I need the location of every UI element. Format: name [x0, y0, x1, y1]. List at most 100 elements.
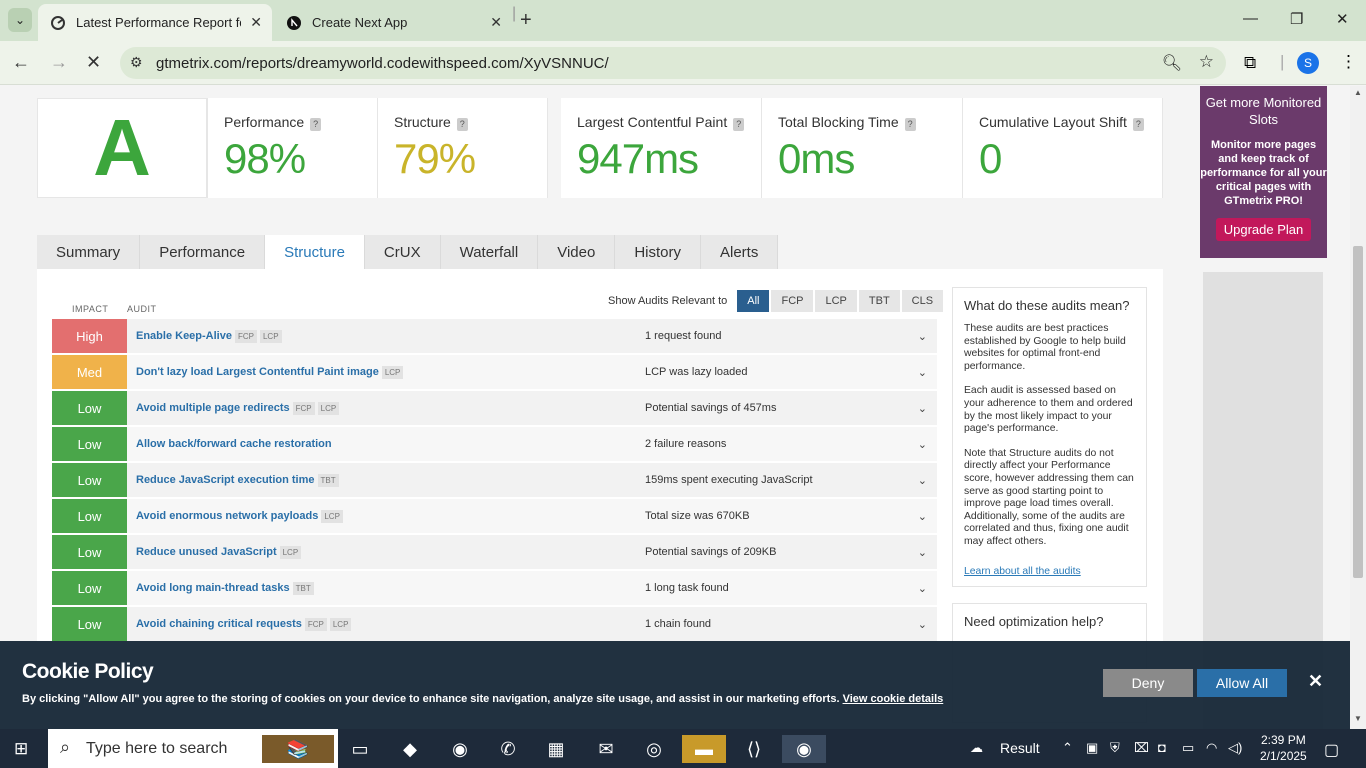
new-tab-plus-icon[interactable]: +	[520, 9, 532, 32]
extensions-puzzle-icon[interactable]: ⧉	[1244, 53, 1256, 73]
chevron-down-icon[interactable]: ⌄	[918, 330, 927, 343]
audit-title[interactable]: Allow back/forward cache restoration	[136, 438, 332, 450]
help-icon[interactable]: ?	[310, 118, 322, 131]
minimize-icon[interactable]: —	[1243, 10, 1258, 27]
audit-title[interactable]: Avoid enormous network payloads	[136, 510, 318, 522]
upgrade-plan-button[interactable]: Upgrade Plan	[1215, 218, 1312, 241]
audit-title[interactable]: Don't lazy load Largest Contentful Paint…	[136, 366, 379, 378]
chevron-down-icon[interactable]: ⌄	[918, 510, 927, 523]
help-icon[interactable]: ?	[733, 118, 745, 131]
filter-lcp-button[interactable]: LCP	[815, 290, 857, 312]
task-view-icon[interactable]: ▭	[346, 735, 374, 763]
tab-structure[interactable]: Structure	[265, 235, 365, 269]
whatsapp-icon[interactable]: ✆	[494, 735, 522, 763]
close-window-icon[interactable]: ✕	[1336, 10, 1349, 28]
tab-video[interactable]: Video	[538, 235, 616, 269]
tab-summary[interactable]: Summary	[37, 235, 141, 269]
security-shield-icon[interactable]: ⛨	[1110, 740, 1120, 756]
address-bar[interactable]: ⚙ gtmetrix.com/reports/dreamyworld.codew…	[120, 47, 1226, 79]
audit-row[interactable]: Low Avoid multiple page redirects FCP LCP Po…	[52, 391, 937, 425]
site-info-icon[interactable]: ⚙	[130, 54, 143, 71]
learn-audits-link[interactable]: Learn about all the audits	[964, 566, 1081, 577]
audit-title[interactable]: Reduce JavaScript execution time	[136, 474, 315, 486]
restore-icon[interactable]: ❐	[1290, 10, 1303, 28]
audit-row[interactable]: Low Allow back/forward cache restoration 2…	[52, 427, 937, 461]
tab-performance[interactable]: Performance	[140, 235, 266, 269]
audit-title[interactable]: Enable Keep-Alive	[136, 330, 232, 342]
battery-icon[interactable]: ▭	[1182, 740, 1194, 756]
notifications-icon[interactable]: ▢	[1324, 740, 1339, 760]
obs-icon[interactable]: ◎	[640, 735, 668, 763]
tab-crux[interactable]: CrUX	[364, 235, 441, 269]
view-cookie-details-link[interactable]: View cookie details	[843, 693, 944, 705]
deny-button[interactable]: Deny	[1103, 669, 1193, 697]
filter-tbt-button[interactable]: TBT	[858, 290, 900, 312]
microsoft-store-icon[interactable]: ▦	[542, 735, 570, 763]
filter-all-button[interactable]: All	[737, 290, 770, 312]
page-scrollbar[interactable]: ▲ ▼	[1350, 86, 1366, 729]
outlook-icon[interactable]: ✉	[592, 735, 620, 763]
more-menu-icon[interactable]: ⋮	[1340, 52, 1357, 72]
audit-title[interactable]: Reduce unused JavaScript	[136, 546, 277, 558]
browser-tab-active[interactable]: Latest Performance Report for: ✕	[38, 4, 272, 41]
audit-row[interactable]: Low Reduce JavaScript execution time TBT 15…	[52, 463, 937, 497]
tab-history[interactable]: History	[615, 235, 701, 269]
scroll-down-arrow-icon[interactable]: ▼	[1354, 714, 1362, 723]
chevron-up-icon[interactable]: ⌃	[1062, 740, 1073, 756]
chrome-active-icon[interactable]: ◉	[782, 735, 826, 763]
taskbar-clock[interactable]: 2:39 PM 2/1/2025	[1260, 732, 1307, 764]
chevron-down-icon[interactable]: ⌄	[918, 582, 927, 595]
help-icon[interactable]: ?	[1132, 118, 1144, 131]
allow-all-button[interactable]: Allow All	[1197, 669, 1287, 697]
zoom-magnifier-icon[interactable]: 🔍︎	[1162, 53, 1182, 73]
camera-icon[interactable]: ◘	[1158, 740, 1166, 755]
profile-avatar[interactable]: S	[1297, 52, 1319, 74]
browser-tab[interactable]: Create Next App ✕	[276, 4, 512, 41]
clock-date: 2/1/2025	[1260, 749, 1307, 763]
copilot-icon[interactable]: ◆	[396, 735, 424, 763]
chrome-icon[interactable]: ◉	[446, 735, 474, 763]
weather-text[interactable]: Result	[1000, 740, 1040, 756]
chevron-down-icon[interactable]: ⌄	[918, 438, 927, 451]
scroll-up-arrow-icon[interactable]: ▲	[1354, 88, 1362, 97]
audit-row[interactable]: Low Avoid chaining critical requests FCP LC…	[52, 607, 937, 641]
search-highlight-icon[interactable]: 📚	[262, 735, 334, 763]
audit-row[interactable]: High Enable Keep-Alive FCP LCP 1 request fou…	[52, 319, 937, 353]
tray-app-icon[interactable]: ▣	[1086, 740, 1098, 756]
tab-search-chevron-icon[interactable]: ⌄	[8, 8, 32, 32]
scrollbar-thumb[interactable]	[1353, 246, 1363, 578]
file-explorer-icon[interactable]: ▬	[682, 735, 726, 763]
tab-alerts[interactable]: Alerts	[700, 235, 779, 269]
forward-arrow-icon[interactable]: →	[50, 52, 68, 73]
bookmark-star-icon[interactable]: ☆	[1199, 52, 1214, 72]
tab-waterfall[interactable]: Waterfall	[440, 235, 539, 269]
stop-loading-icon[interactable]: ✕	[86, 52, 101, 73]
audit-row[interactable]: Low Avoid long main-thread tasks TBT 1 long…	[52, 571, 937, 605]
close-tab-icon[interactable]: ✕	[490, 14, 502, 31]
audit-title[interactable]: Avoid chaining critical requests	[136, 618, 302, 630]
audit-row[interactable]: Med Don't lazy load Largest Contentful Pa…	[52, 355, 937, 389]
back-arrow-icon[interactable]: ←	[12, 52, 30, 73]
search-icon: ⌕	[60, 737, 71, 757]
close-icon[interactable]: ✕	[1308, 671, 1323, 692]
chevron-down-icon[interactable]: ⌄	[918, 402, 927, 415]
audit-row[interactable]: Low Avoid enormous network payloads LCP Tot…	[52, 499, 937, 533]
chevron-down-icon[interactable]: ⌄	[918, 618, 927, 631]
audit-title[interactable]: Avoid multiple page redirects	[136, 402, 290, 414]
help-icon[interactable]: ?	[456, 118, 468, 131]
weather-icon[interactable]: ☁	[970, 740, 983, 756]
filter-fcp-button[interactable]: FCP	[771, 290, 814, 312]
help-icon[interactable]: ?	[904, 118, 916, 131]
chevron-down-icon[interactable]: ⌄	[918, 474, 927, 487]
usb-icon[interactable]: ⌧	[1134, 740, 1149, 756]
chevron-down-icon[interactable]: ⌄	[918, 546, 927, 559]
wifi-icon[interactable]: ◠	[1206, 740, 1217, 756]
volume-icon[interactable]: ◁)	[1228, 740, 1242, 756]
windows-start-icon[interactable]: ⊞	[14, 739, 28, 759]
vscode-icon[interactable]: ⟨⟩	[740, 735, 768, 763]
close-tab-icon[interactable]: ✕	[250, 14, 262, 31]
filter-cls-button[interactable]: CLS	[901, 290, 944, 312]
audit-title[interactable]: Avoid long main-thread tasks	[136, 582, 290, 594]
audit-row[interactable]: Low Reduce unused JavaScript LCP Potential …	[52, 535, 937, 569]
chevron-down-icon[interactable]: ⌄	[918, 366, 927, 379]
